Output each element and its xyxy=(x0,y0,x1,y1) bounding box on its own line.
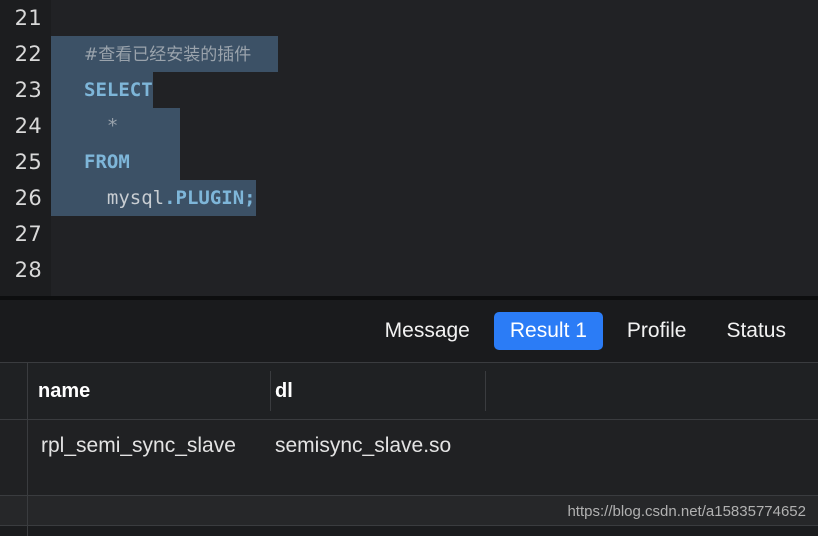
grid-corner-cell[interactable] xyxy=(0,363,27,419)
code-line-22[interactable]: #查看已经安装的插件 xyxy=(51,36,818,72)
table-row[interactable]: rpl_semi_sync_slave semisync_slave.so xyxy=(0,420,818,496)
code-line-27[interactable] xyxy=(51,216,818,252)
tab-list: Message Result 1 Profile Status xyxy=(365,300,806,362)
selection-highlight: #查看已经安装的插件 xyxy=(51,36,278,72)
grid-footer-row xyxy=(0,526,818,536)
row-selector-cell[interactable] xyxy=(0,420,27,496)
results-tabbar: Message Result 1 Profile Status xyxy=(0,300,818,362)
column-resize-handle-dl[interactable] xyxy=(485,371,486,411)
code-line-21[interactable] xyxy=(51,0,818,36)
code-line-28[interactable] xyxy=(51,252,818,288)
watermark-text: https://blog.csdn.net/a15835774652 xyxy=(567,503,806,520)
sql-star-token: * xyxy=(84,115,119,137)
tab-result-1[interactable]: Result 1 xyxy=(493,312,603,350)
grid-header-row: name dl xyxy=(0,363,818,419)
line-number: 27 xyxy=(14,222,42,246)
column-header-dl[interactable]: dl xyxy=(275,363,293,419)
code-line-23[interactable]: SELECT xyxy=(51,72,818,108)
grid-vrule xyxy=(27,363,28,419)
tab-profile[interactable]: Profile xyxy=(611,312,703,350)
line-number: 25 xyxy=(14,150,42,174)
line-number: 22 xyxy=(14,42,42,66)
column-resize-handle-name[interactable] xyxy=(270,371,271,411)
sql-comment-token: #查看已经安装的插件 xyxy=(84,45,252,65)
tab-status[interactable]: Status xyxy=(710,312,802,350)
sql-client-window: 21 22 23 24 25 26 27 28 #查看已经安装的插件 SELEC… xyxy=(0,0,818,536)
code-line-26[interactable]: mysql.PLUGIN; xyxy=(51,180,818,216)
cell-dl[interactable]: semisync_slave.so xyxy=(275,420,451,472)
line-number: 26 xyxy=(14,186,42,210)
cell-name[interactable]: rpl_semi_sync_slave xyxy=(41,420,236,472)
line-number: 21 xyxy=(14,6,42,30)
selection-highlight: * xyxy=(51,108,180,144)
sql-table-token: .PLUGIN; xyxy=(164,187,256,209)
grid-vrule xyxy=(27,420,28,496)
grid-vrule xyxy=(27,496,28,525)
code-area[interactable]: #查看已经安装的插件 SELECT * FROM mysql.PLUGIN; xyxy=(51,0,818,296)
selection-highlight: FROM xyxy=(51,144,180,180)
sql-keyword-select: SELECT xyxy=(84,79,153,101)
grid-vrule xyxy=(27,526,28,536)
line-number: 23 xyxy=(14,78,42,102)
sql-editor[interactable]: 21 22 23 24 25 26 27 28 #查看已经安装的插件 SELEC… xyxy=(0,0,818,296)
tab-message[interactable]: Message xyxy=(369,312,486,350)
sql-schema-token: mysql xyxy=(84,187,165,209)
line-number-gutter: 21 22 23 24 25 26 27 28 xyxy=(0,0,51,296)
column-header-name[interactable]: name xyxy=(38,363,90,419)
code-line-24[interactable]: * xyxy=(51,108,818,144)
code-line-25[interactable]: FROM xyxy=(51,144,818,180)
selection-highlight: mysql.PLUGIN; xyxy=(51,180,256,216)
sql-keyword-from: FROM xyxy=(84,151,130,173)
line-number: 24 xyxy=(14,114,42,138)
selection-highlight: SELECT xyxy=(51,72,153,108)
line-number: 28 xyxy=(14,258,42,282)
